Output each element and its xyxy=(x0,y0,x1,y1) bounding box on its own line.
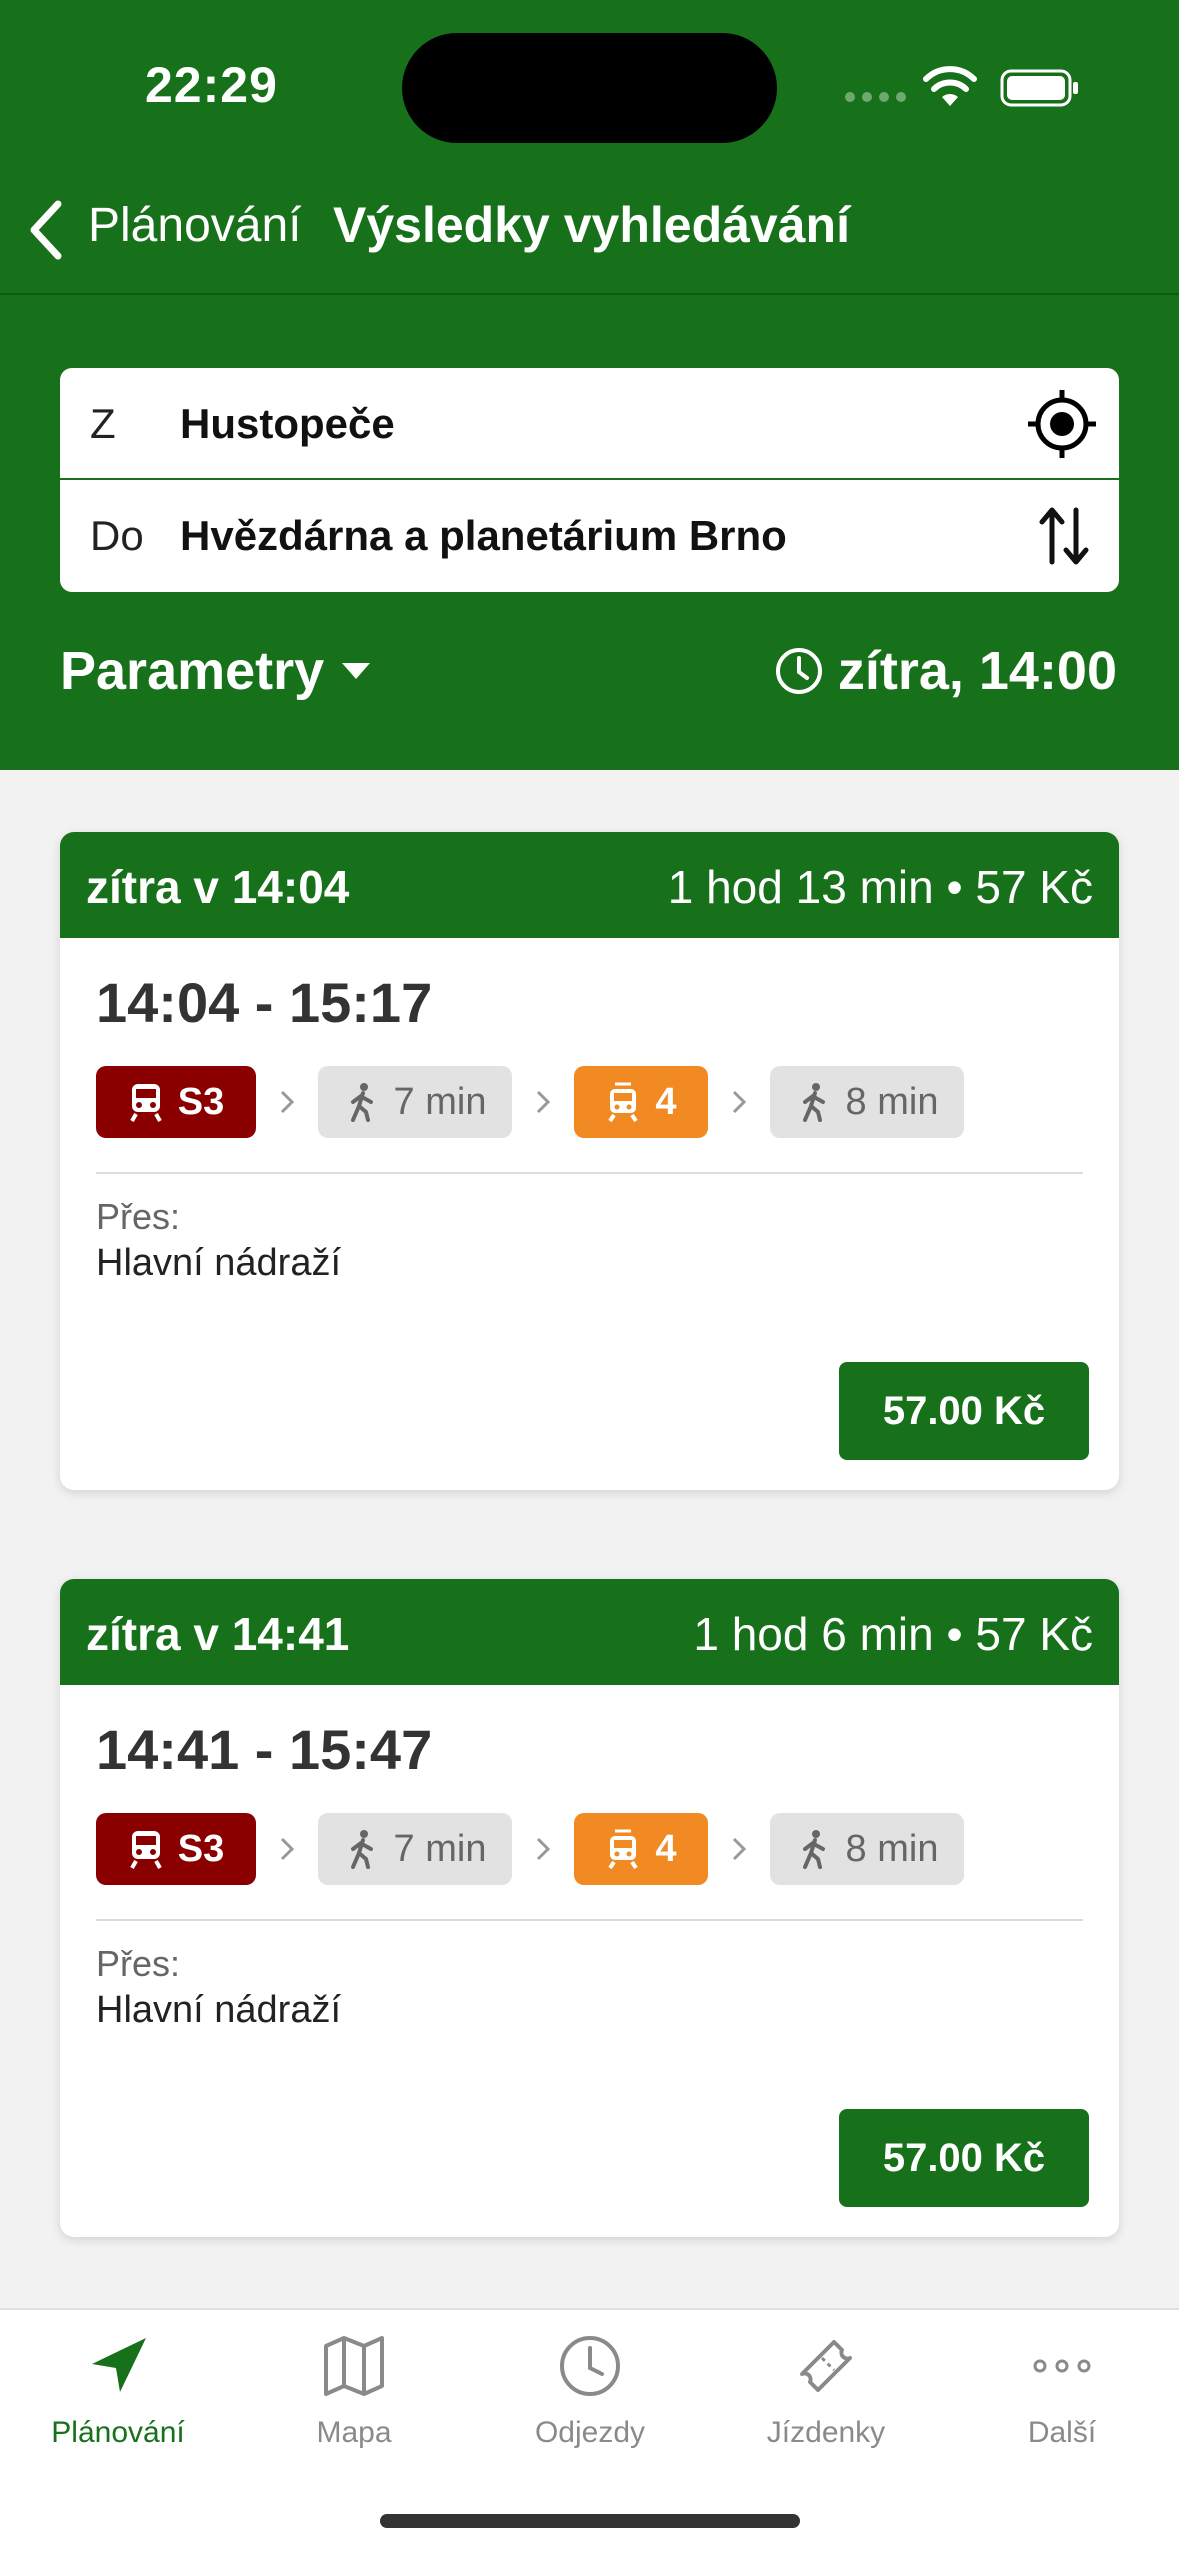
chevron-right-icon xyxy=(708,1088,770,1116)
trip-times: 14:04 - 15:17 xyxy=(96,971,433,1034)
tram-icon xyxy=(608,1082,639,1122)
tab-more[interactable]: Další xyxy=(944,2330,1179,2450)
locate-icon[interactable] xyxy=(1026,388,1098,460)
result-card[interactable]: zítra v 14:04 1 hod 13 min • 57 Kč 14:04… xyxy=(60,832,1119,1490)
route-box: Z Hustopeče Do Hvězdárna a planetárium B… xyxy=(60,368,1119,592)
to-field[interactable]: Do Hvězdárna a planetárium Brno xyxy=(60,480,1119,592)
chevron-right-icon xyxy=(512,1088,574,1116)
walk-duration: 7 min xyxy=(393,1827,487,1870)
tab-tickets[interactable]: Jízdenky xyxy=(708,2330,944,2450)
buy-ticket-button[interactable]: 57.00 Kč xyxy=(839,1362,1089,1460)
parameters-button[interactable]: Parametry xyxy=(60,640,374,702)
back-button[interactable]: Plánování xyxy=(88,198,302,253)
tab-map[interactable]: Mapa xyxy=(236,2330,472,2450)
duration-price: 1 hod 6 min • 57 Kč xyxy=(693,1608,1093,1660)
leg-walk: 8 min xyxy=(770,1813,964,1885)
from-field[interactable]: Z Hustopeče xyxy=(60,368,1119,480)
more-dots-icon xyxy=(1033,2359,1091,2373)
datetime-label: zítra, 14:00 xyxy=(837,641,1117,701)
trip-times: 14:41 - 15:47 xyxy=(96,1718,433,1781)
walk-duration: 8 min xyxy=(845,1827,939,1870)
leg-train: S3 xyxy=(96,1813,256,1885)
result-card[interactable]: zítra v 14:41 1 hod 6 min • 57 Kč 14:41 … xyxy=(60,1579,1119,2237)
page-title: Výsledky vyhledávání xyxy=(333,197,850,253)
divider xyxy=(96,1172,1083,1174)
departure-label: zítra v 14:41 xyxy=(86,1608,350,1660)
from-value: Hustopeče xyxy=(180,400,395,447)
walk-icon xyxy=(350,1083,373,1122)
swap-icon[interactable] xyxy=(1036,504,1092,568)
tab-label: Mapa xyxy=(316,2416,392,2449)
leg-walk: 7 min xyxy=(318,1066,512,1138)
chevron-right-icon xyxy=(512,1835,574,1863)
tram-line: 4 xyxy=(655,1827,677,1870)
duration-price: 1 hod 13 min • 57 Kč xyxy=(667,861,1093,913)
trip-legs: S3 7 min 4 8 min xyxy=(96,1066,964,1138)
leg-tram: 4 xyxy=(574,1066,708,1138)
train-line: S3 xyxy=(177,1827,225,1870)
home-indicator[interactable] xyxy=(380,2514,800,2528)
leg-tram: 4 xyxy=(574,1813,708,1885)
via-label: Přes: xyxy=(96,1196,181,1237)
status-time: 22:29 xyxy=(145,57,278,113)
battery-icon xyxy=(1000,69,1078,107)
tab-label: Další xyxy=(1027,2416,1097,2449)
status-bar: 22:29 xyxy=(0,0,1179,170)
tab-label: Jízdenky xyxy=(766,2416,886,2449)
walk-icon xyxy=(350,1830,373,1869)
result-card-header: zítra v 14:04 1 hod 13 min • 57 Kč xyxy=(60,832,1119,938)
chevron-right-icon xyxy=(708,1835,770,1863)
map-icon xyxy=(324,2336,384,2396)
navigation-bar: Plánování Výsledky vyhledávání xyxy=(0,170,1179,295)
train-line: S3 xyxy=(177,1080,225,1123)
via-value: Hlavní nádraží xyxy=(96,1989,342,2031)
tab-planning[interactable]: Plánování xyxy=(0,2330,236,2450)
caret-down-icon xyxy=(342,663,371,679)
via-label: Přes: xyxy=(96,1943,181,1984)
walk-icon xyxy=(802,1083,825,1122)
header: 22:29 Plánování Výsledky vyhledávání Z H… xyxy=(0,0,1179,770)
tram-line: 4 xyxy=(655,1080,677,1123)
to-prefix: Do xyxy=(90,512,144,559)
trip-legs: S3 7 min 4 8 min xyxy=(96,1813,964,1885)
from-prefix: Z xyxy=(90,400,116,447)
clock-icon xyxy=(560,2336,620,2396)
walk-duration: 8 min xyxy=(845,1080,939,1123)
buy-ticket-button[interactable]: 57.00 Kč xyxy=(839,2109,1089,2207)
chevron-right-icon xyxy=(256,1835,318,1863)
ticket-icon xyxy=(800,2340,852,2392)
tab-label: Plánování xyxy=(51,2416,185,2449)
datetime-button[interactable]: zítra, 14:00 xyxy=(774,640,1117,702)
navigation-arrow-icon xyxy=(92,2338,146,2392)
leg-walk: 8 min xyxy=(770,1066,964,1138)
clock-icon xyxy=(775,648,822,694)
chevron-left-icon[interactable] xyxy=(24,198,68,262)
tab-departures[interactable]: Odjezdy xyxy=(472,2330,708,2450)
tab-label: Odjezdy xyxy=(534,2416,646,2449)
signal-icon xyxy=(845,92,906,102)
walk-duration: 7 min xyxy=(393,1080,487,1123)
tram-icon xyxy=(608,1829,639,1869)
leg-walk: 7 min xyxy=(318,1813,512,1885)
chevron-right-icon xyxy=(256,1088,318,1116)
to-value: Hvězdárna a planetárium Brno xyxy=(180,512,787,559)
parameters-label: Parametry xyxy=(60,641,325,701)
leg-train: S3 xyxy=(96,1066,256,1138)
wifi-icon xyxy=(923,66,977,106)
dynamic-island xyxy=(402,33,777,143)
via-value: Hlavní nádraží xyxy=(96,1242,342,1284)
divider xyxy=(96,1919,1083,1921)
departure-label: zítra v 14:04 xyxy=(86,861,350,913)
train-icon xyxy=(130,1084,162,1122)
walk-icon xyxy=(802,1830,825,1869)
train-icon xyxy=(130,1831,162,1869)
result-card-header: zítra v 14:41 1 hod 6 min • 57 Kč xyxy=(60,1579,1119,1685)
